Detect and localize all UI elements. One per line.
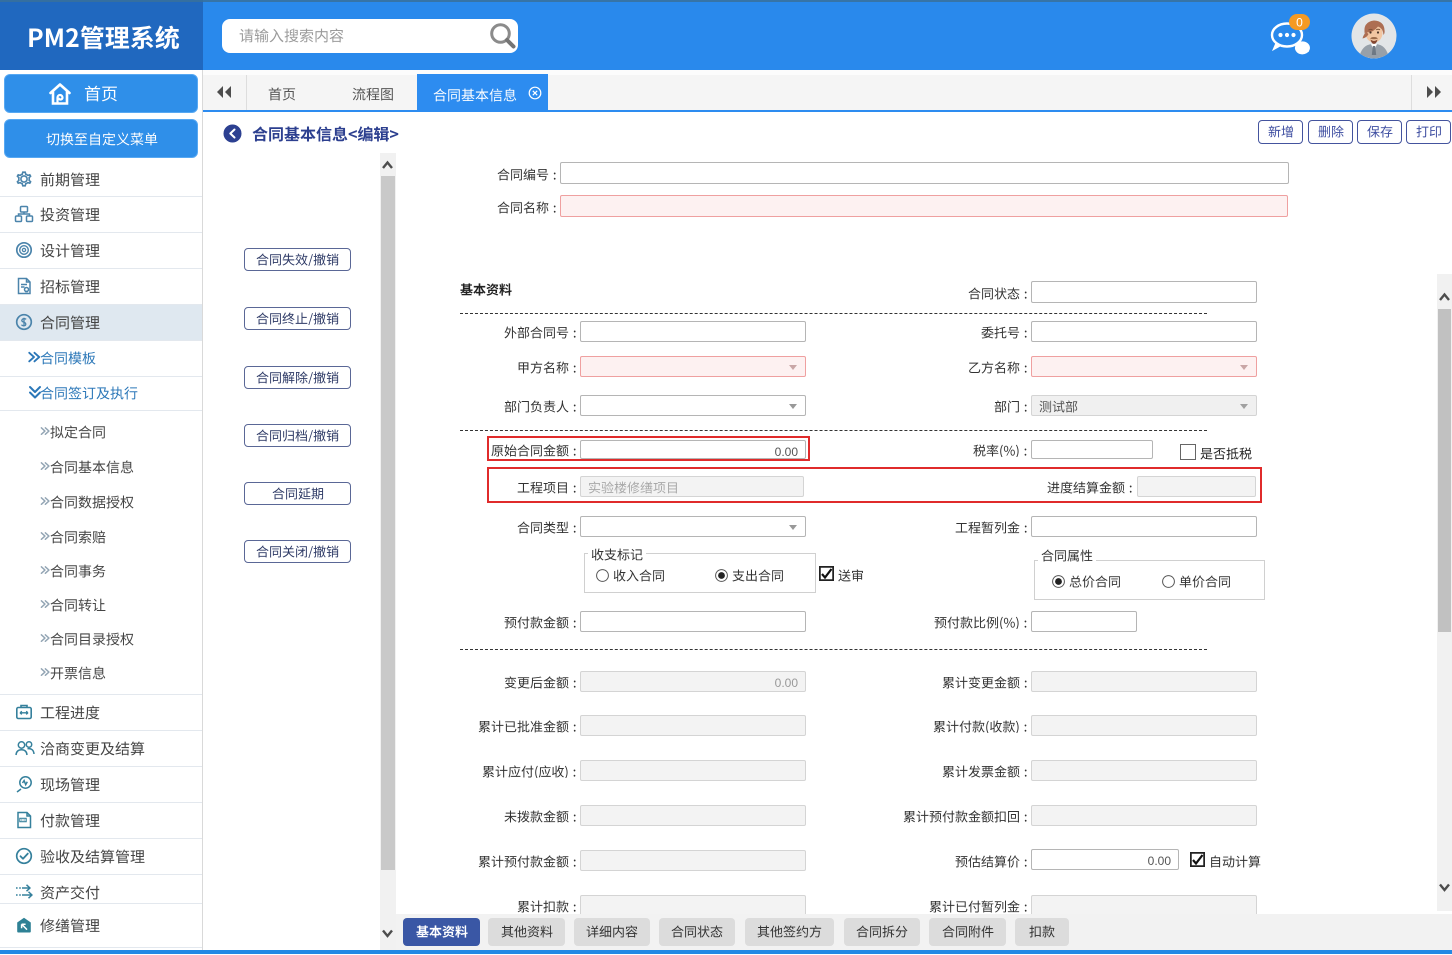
svg-text:0: 0 [1296,16,1303,30]
